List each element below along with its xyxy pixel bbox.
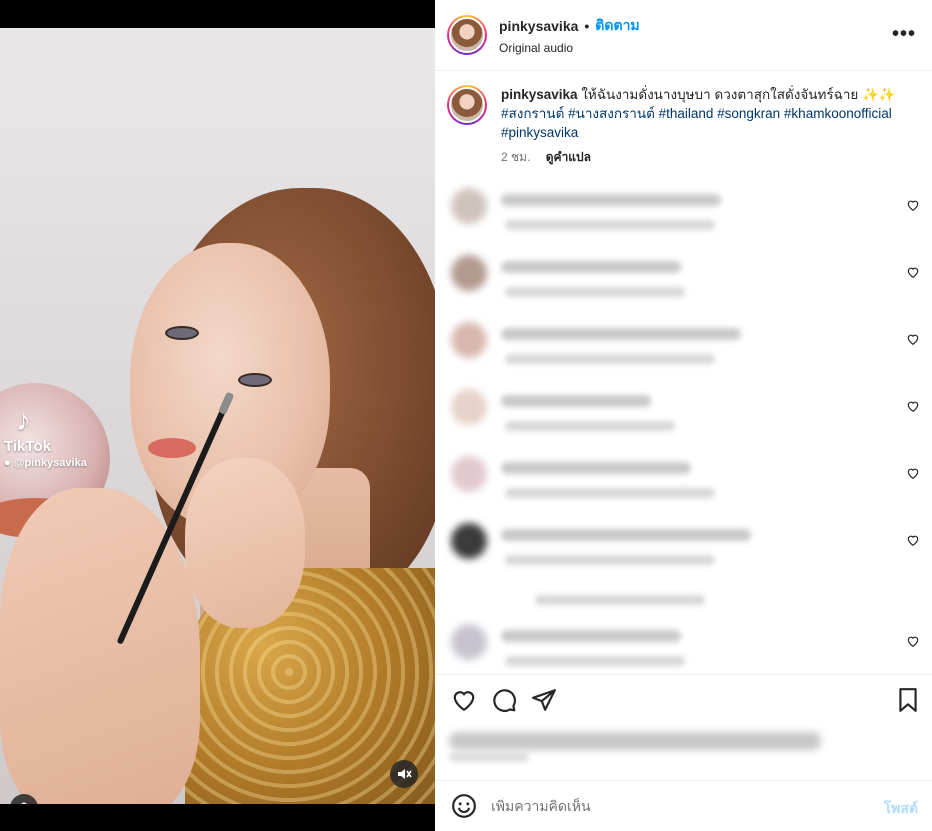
- user-icon: ●: [4, 457, 11, 469]
- caption-text: ให้ฉันงามดั่งนางบุษบา ดวงตาสุกใสดั่งจันท…: [581, 87, 896, 102]
- mute-button[interactable]: [390, 760, 418, 788]
- video-hand-right: [185, 458, 305, 628]
- comment-meta-blurred: [505, 555, 715, 565]
- tiktok-logo-icon: ♪: [16, 404, 31, 437]
- caption-username[interactable]: pinkysavika: [501, 87, 578, 102]
- comment-avatar[interactable]: [451, 188, 487, 224]
- user-icon: [21, 802, 27, 804]
- tiktok-watermark-username: @pinkysavika: [13, 457, 87, 469]
- follow-button[interactable]: ติดตาม: [595, 15, 639, 37]
- comment-meta-blurred: [505, 656, 685, 666]
- reel-video[interactable]: ♪ TikTok ● @pinkysavika: [0, 28, 435, 804]
- comment-avatar[interactable]: [451, 456, 487, 492]
- comment-text-blurred: [501, 529, 751, 541]
- comment-avatar[interactable]: [451, 389, 487, 425]
- tiktok-watermark: ♪ TikTok ● @pinkysavika: [4, 404, 87, 470]
- caption-avatar[interactable]: [447, 85, 487, 125]
- bookmark-icon[interactable]: [895, 687, 921, 713]
- comment-text-blurred: [501, 194, 721, 206]
- heart-icon[interactable]: [906, 533, 920, 547]
- video-eye-left: [165, 326, 199, 340]
- tiktok-watermark-name: TikTok: [4, 438, 51, 455]
- author-avatar[interactable]: [447, 15, 487, 55]
- heart-icon[interactable]: [906, 399, 920, 413]
- post-caption: pinkysavika ให้ฉันงามดั่งนางบุษบา ดวงตาส…: [435, 71, 932, 167]
- comment-meta-blurred: [505, 220, 715, 230]
- comment-input[interactable]: [491, 798, 851, 814]
- comment-item: [435, 517, 932, 605]
- comment-meta-blurred: [505, 488, 715, 498]
- heart-icon[interactable]: [906, 466, 920, 480]
- caption-hashtags[interactable]: #สงกรานต์ #นางสงกรานต์ #thailand #songkr…: [501, 104, 911, 123]
- comment-avatar[interactable]: [451, 322, 487, 358]
- heart-icon[interactable]: [906, 265, 920, 279]
- comment-item: [435, 316, 932, 376]
- video-lips: [148, 438, 196, 458]
- comment-text-blurred: [501, 395, 651, 407]
- see-translation-button[interactable]: ดูคำแปล: [546, 150, 591, 164]
- comment-item: [435, 249, 932, 309]
- comment-text-blurred: [501, 462, 691, 474]
- comment-text-blurred: [501, 630, 681, 642]
- comment-icon[interactable]: [491, 687, 517, 713]
- share-send-icon[interactable]: [531, 687, 557, 713]
- author-username[interactable]: pinkysavika: [499, 18, 578, 34]
- comment-avatar[interactable]: [451, 255, 487, 291]
- video-eye-right: [238, 373, 272, 387]
- media-panel: ♪ TikTok ● @pinkysavika: [0, 0, 435, 831]
- view-replies-blurred[interactable]: [535, 595, 705, 605]
- instagram-post-modal: ♪ TikTok ● @pinkysavika pinkysavika • ติ…: [0, 0, 932, 831]
- speaker-muted-icon: [398, 769, 412, 779]
- tiktok-watermark-user: ● @pinkysavika: [4, 457, 87, 469]
- emoji-icon[interactable]: [451, 793, 477, 819]
- more-options-icon[interactable]: •••: [892, 24, 916, 44]
- post-header: pinkysavika • ติดตาม Original audio •••: [435, 0, 932, 71]
- comment-meta-blurred: [505, 287, 685, 297]
- post-time[interactable]: 2 ชม.: [501, 150, 530, 164]
- like-heart-icon[interactable]: [451, 687, 477, 713]
- comment-item: [435, 182, 932, 242]
- comment-avatar[interactable]: [451, 523, 487, 559]
- heart-icon[interactable]: [906, 332, 920, 346]
- likes-summary-blurred[interactable]: [449, 732, 821, 750]
- post-date-blurred: [449, 752, 529, 762]
- post-actions-bar: [435, 674, 932, 724]
- comment-item: [435, 383, 932, 443]
- comment-meta-blurred: [505, 354, 715, 364]
- audio-link[interactable]: Original audio: [499, 41, 640, 55]
- comment-text-blurred: [501, 328, 741, 340]
- add-comment-bar: โพสต์: [435, 780, 932, 831]
- comment-meta-blurred: [505, 421, 675, 431]
- separator-dot: •: [584, 18, 590, 34]
- comment-item: [435, 450, 932, 510]
- post-comment-button[interactable]: โพสต์: [884, 798, 918, 820]
- comment-item: [435, 618, 932, 678]
- caption-hashtags-2[interactable]: #pinkysavika: [501, 123, 911, 142]
- heart-icon[interactable]: [906, 198, 920, 212]
- comment-avatar[interactable]: [451, 624, 487, 660]
- post-details-panel: pinkysavika • ติดตาม Original audio ••• …: [435, 0, 932, 831]
- heart-icon[interactable]: [906, 634, 920, 648]
- comment-text-blurred: [501, 261, 681, 273]
